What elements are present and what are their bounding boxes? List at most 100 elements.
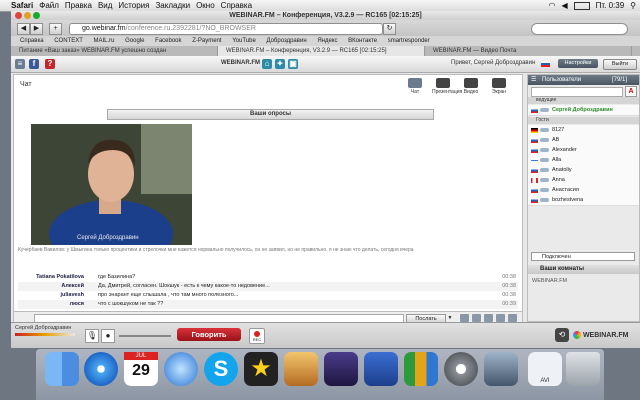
bookmark-item[interactable]: MAIL.ru <box>93 38 114 44</box>
minimize-icon[interactable] <box>24 12 31 19</box>
video-icon <box>464 78 478 88</box>
send-dropdown-icon[interactable]: ▼ <box>446 314 454 322</box>
user-row[interactable]: bozhestvena <box>528 195 639 206</box>
search-field[interactable] <box>531 23 628 35</box>
room-item[interactable]: WEBINAR.FM <box>532 278 567 284</box>
speak-button[interactable]: Говорить <box>177 328 241 341</box>
url-domain: go.webinar.fm <box>82 25 126 32</box>
skype-icon[interactable]: S <box>204 352 238 386</box>
group-guests[interactable]: Гости <box>528 117 639 124</box>
add-bookmark-button[interactable]: + <box>49 23 62 35</box>
bookmark-item[interactable]: Справка <box>20 38 44 44</box>
mode-chat[interactable]: Чат <box>404 78 426 95</box>
microphone-icon[interactable]: 🎙 <box>85 329 99 343</box>
menu-window[interactable]: Окно <box>196 1 215 10</box>
quicktime-icon[interactable] <box>484 352 518 386</box>
brand-label: WEBINAR.FM <box>221 60 260 66</box>
mode-label: Презентация <box>432 89 463 95</box>
bookmark-item[interactable]: Яндекс <box>317 38 337 44</box>
font-size-icon[interactable]: A <box>625 86 637 97</box>
facebook-icon[interactable]: f <box>29 59 39 69</box>
bookmark-item[interactable]: YouTube <box>232 38 256 44</box>
menu-bookmarks[interactable]: Закладки <box>155 1 190 10</box>
avi-file-icon[interactable]: AVI <box>528 352 562 386</box>
menu-view[interactable]: Вид <box>98 1 112 10</box>
settings-button[interactable]: Настройки <box>558 59 598 68</box>
message-time: 00:38 <box>502 283 516 289</box>
keynote-icon[interactable] <box>364 352 398 386</box>
bookmark-item[interactable]: CONTEXT <box>54 38 83 44</box>
group-leaders[interactable]: ведущие <box>528 97 639 104</box>
edit-icon[interactable] <box>472 314 481 322</box>
user-search-input[interactable] <box>531 87 623 97</box>
bookmark-item[interactable]: Z-Payment <box>192 38 221 44</box>
save-icon[interactable] <box>496 314 505 322</box>
settings-gear-icon[interactable]: ✦ <box>275 59 285 69</box>
forward-button[interactable]: ▶ <box>30 23 43 35</box>
connection-status-select[interactable]: Подключен <box>531 252 635 261</box>
tab-conference[interactable]: WEBINAR.FM – Конференция, V3.2.9 — RC165… <box>218 46 425 56</box>
address-bar[interactable]: go.webinar.fm/conference.ru.2392281/?NO_… <box>69 23 383 35</box>
tab-order[interactable]: Питание «Ваш заказ» WEBINAR.FM успешно с… <box>11 46 218 56</box>
finder-icon[interactable] <box>45 352 79 386</box>
close-icon[interactable] <box>15 12 22 19</box>
app-menu[interactable]: Safari <box>11 1 33 10</box>
facetime-icon[interactable] <box>444 352 478 386</box>
mic-volume-slider[interactable] <box>119 335 171 337</box>
message-author[interactable]: Алексей <box>18 282 84 291</box>
bookmark-item[interactable]: Google <box>125 38 144 44</box>
record-label: REC <box>252 337 262 342</box>
webcam-video[interactable]: Сергей Доброздравин <box>31 124 192 245</box>
volume-icon[interactable]: ◀ <box>561 1 567 10</box>
spotlight-icon[interactable]: ⚲ <box>630 1 636 10</box>
clock[interactable]: Пт. 0:39 <box>596 1 625 10</box>
trash-icon[interactable] <box>566 352 600 386</box>
tab-video-mail[interactable]: WEBINAR.FM — Видео Почта <box>425 46 632 56</box>
bookmark-item[interactable]: Facebook <box>155 38 181 44</box>
bookmark-item[interactable]: Доброздравин <box>266 38 306 44</box>
photo-booth-icon[interactable] <box>324 352 358 386</box>
imovie-icon[interactable]: ★ <box>244 352 278 386</box>
exit-button[interactable]: Выйти <box>603 59 637 70</box>
record-button[interactable]: REC <box>249 328 265 344</box>
panel-toggle-icon[interactable]: ≡ <box>15 59 25 69</box>
message-author[interactable]: люся <box>18 300 84 309</box>
menu-edit[interactable]: Правка <box>65 1 92 10</box>
calendar-icon[interactable]: JUL 29 <box>124 352 158 386</box>
speak-label: Говорить <box>191 330 227 339</box>
reload-button[interactable]: ↻ <box>383 23 396 35</box>
message-author[interactable]: Tatiana Pokatilova <box>18 273 84 282</box>
mode-video[interactable]: Видео <box>460 78 482 95</box>
webinar-logo-mark <box>573 331 581 339</box>
battery-icon[interactable] <box>573 1 590 10</box>
mode-screen[interactable]: Экран <box>488 78 510 95</box>
window-icon[interactable]: ▣ <box>288 59 298 69</box>
help-icon[interactable]: ? <box>45 59 55 69</box>
rooms-header[interactable]: Ваши комнаты <box>528 265 639 274</box>
user-row-leader[interactable]: Сергей Доброздравин <box>528 105 639 116</box>
safari-icon[interactable] <box>84 352 118 386</box>
expand-icon[interactable] <box>508 314 517 322</box>
bookmark-item[interactable]: ВКонтакте <box>348 38 377 44</box>
menu-help[interactable]: Справка <box>221 1 252 10</box>
mode-presentation[interactable]: Презентация <box>432 78 462 95</box>
menu-file[interactable]: Файл <box>39 1 59 10</box>
link-icon[interactable] <box>460 314 469 322</box>
language-flag-icon[interactable] <box>541 61 550 67</box>
share-icon[interactable]: ⟲ <box>555 328 569 342</box>
polls-bar[interactable]: Ваши опросы <box>107 109 434 120</box>
numbers-icon[interactable] <box>404 352 438 386</box>
screen-icon <box>492 78 506 88</box>
iphoto-icon[interactable] <box>284 352 318 386</box>
wifi-icon[interactable]: ◠ <box>548 1 555 10</box>
home-icon[interactable]: ⌂ <box>262 59 272 69</box>
clear-icon[interactable] <box>484 314 493 322</box>
webcam-icon[interactable]: ● <box>101 329 115 343</box>
itunes-icon[interactable] <box>164 352 198 386</box>
message-author[interactable]: juliavesh <box>18 291 84 300</box>
zoom-icon[interactable] <box>33 12 40 19</box>
back-button[interactable]: ◀ <box>17 23 30 35</box>
menu-history[interactable]: История <box>118 1 149 10</box>
browser-window: WEBINAR.FM – Конференция, V3.2.9 — RC165… <box>11 11 640 348</box>
bookmark-item[interactable]: smartresponder <box>388 38 430 44</box>
